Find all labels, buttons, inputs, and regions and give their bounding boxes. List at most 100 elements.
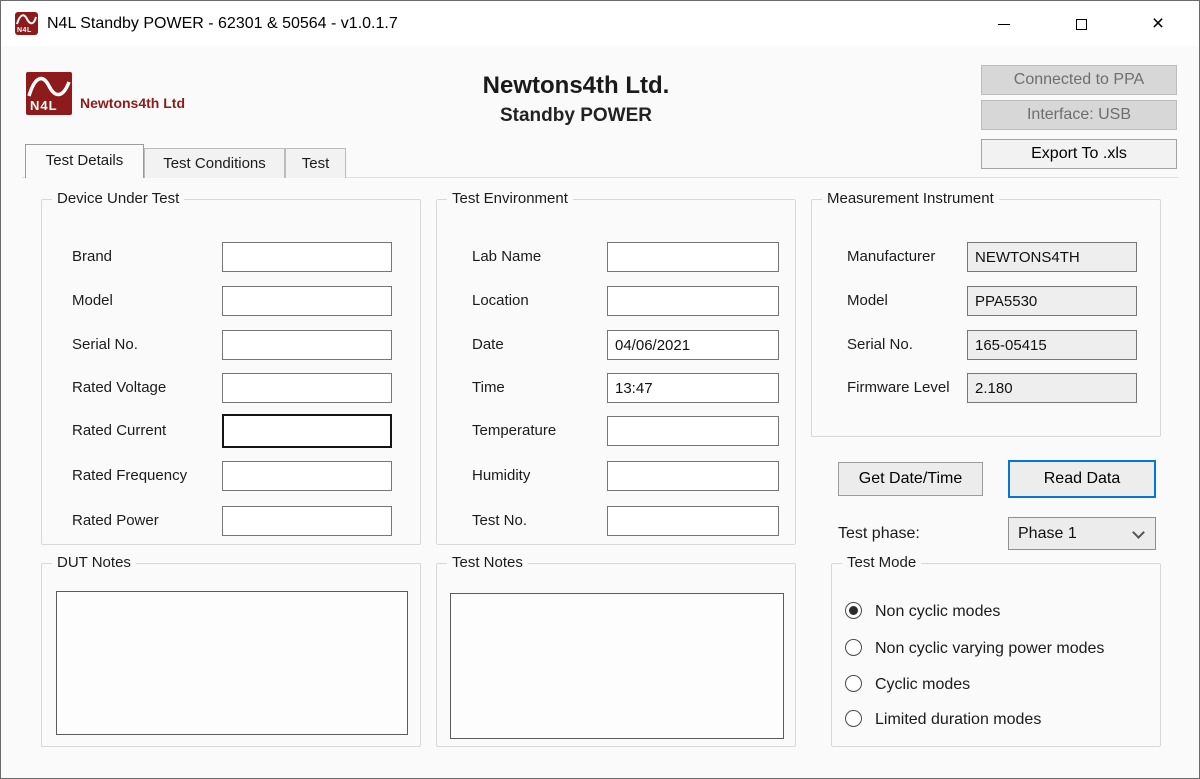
test-mode-group: Test Mode Non cyclic modes Non cyclic va… bbox=[831, 563, 1161, 747]
form-row: Time bbox=[437, 373, 795, 403]
radio-label-cyclic-modes: Cyclic modes bbox=[875, 674, 970, 695]
tab-test[interactable]: Test bbox=[285, 148, 346, 178]
form-row: Brand bbox=[42, 242, 420, 272]
date-input[interactable] bbox=[607, 330, 779, 360]
test-phase-value: Phase 1 bbox=[1018, 518, 1077, 549]
temperature-input[interactable] bbox=[607, 416, 779, 446]
company-logo-icon: N4L bbox=[26, 72, 72, 115]
rated-voltage-input[interactable] bbox=[222, 373, 392, 403]
interface-usb-button[interactable]: Interface: USB bbox=[981, 100, 1177, 130]
page-title: Newtons4th Ltd. bbox=[351, 72, 801, 100]
minimize-button[interactable] bbox=[981, 1, 1027, 46]
radio-row-non-cyclic-varying[interactable]: Non cyclic varying power modes bbox=[832, 638, 1160, 660]
read-data-button[interactable]: Read Data bbox=[1008, 460, 1156, 498]
form-row: Manufacturer bbox=[812, 242, 1160, 272]
firmware-level-label: Firmware Level bbox=[847, 373, 950, 403]
form-row: Model bbox=[42, 286, 420, 316]
title-bar: N4L N4L Standby POWER - 62301 & 50564 - … bbox=[1, 1, 1199, 46]
location-input[interactable] bbox=[607, 286, 779, 316]
dut-notes-title: DUT Notes bbox=[52, 554, 136, 571]
logo-n4l-text: N4L bbox=[30, 98, 58, 113]
lab-name-label: Lab Name bbox=[472, 242, 541, 272]
date-label: Date bbox=[472, 330, 504, 360]
close-button[interactable]: × bbox=[1135, 1, 1181, 46]
rated-frequency-input[interactable] bbox=[222, 461, 392, 491]
form-row: Rated Power bbox=[42, 506, 420, 536]
firmware-level-field[interactable] bbox=[967, 373, 1137, 403]
radio-row-limited-duration[interactable]: Limited duration modes bbox=[832, 709, 1160, 731]
radio-label-limited-duration: Limited duration modes bbox=[875, 709, 1041, 730]
temperature-label: Temperature bbox=[472, 416, 556, 446]
connected-to-ppa-button[interactable]: Connected to PPA bbox=[981, 65, 1177, 95]
export-to-xls-button[interactable]: Export To .xls bbox=[981, 139, 1177, 169]
form-row: Rated Current bbox=[42, 416, 420, 446]
form-row: Firmware Level bbox=[812, 373, 1160, 403]
form-row: Temperature bbox=[437, 416, 795, 446]
form-row: Rated Frequency bbox=[42, 461, 420, 491]
manufacturer-label: Manufacturer bbox=[847, 242, 935, 272]
maximize-icon bbox=[1076, 19, 1087, 30]
brand-text: Newtons4th Ltd bbox=[80, 95, 185, 111]
test-notes-group: Test Notes bbox=[436, 563, 796, 747]
form-row: Model bbox=[812, 286, 1160, 316]
radio-non-cyclic-modes[interactable] bbox=[845, 602, 862, 619]
rated-frequency-label: Rated Frequency bbox=[72, 461, 187, 491]
instrument-serial-label: Serial No. bbox=[847, 330, 913, 360]
tab-test-details[interactable]: Test Details bbox=[25, 144, 144, 178]
serial-no-input[interactable] bbox=[222, 330, 392, 360]
form-row: Date bbox=[437, 330, 795, 360]
time-input[interactable] bbox=[607, 373, 779, 403]
radio-label-non-cyclic-varying: Non cyclic varying power modes bbox=[875, 638, 1104, 659]
brand-label: Brand bbox=[72, 242, 112, 272]
device-under-test-title: Device Under Test bbox=[52, 190, 184, 207]
test-phase-select[interactable]: Phase 1 bbox=[1008, 517, 1156, 550]
get-datetime-button[interactable]: Get Date/Time bbox=[838, 462, 983, 496]
chevron-down-icon bbox=[1132, 526, 1145, 539]
radio-row-non-cyclic-modes[interactable]: Non cyclic modes bbox=[832, 601, 1160, 623]
app-logo-icon: N4L bbox=[15, 12, 38, 35]
manufacturer-field[interactable] bbox=[967, 242, 1137, 272]
model-label: Model bbox=[72, 286, 113, 316]
test-notes-title: Test Notes bbox=[447, 554, 528, 571]
radio-label-non-cyclic-modes: Non cyclic modes bbox=[875, 601, 1000, 622]
form-row: Location bbox=[437, 286, 795, 316]
form-row: Rated Voltage bbox=[42, 373, 420, 403]
rated-current-label: Rated Current bbox=[72, 416, 166, 446]
lab-name-input[interactable] bbox=[607, 242, 779, 272]
time-label: Time bbox=[472, 373, 505, 403]
test-phase-label: Test phase: bbox=[838, 525, 920, 543]
test-environment-title: Test Environment bbox=[447, 190, 573, 207]
rated-current-input[interactable] bbox=[222, 414, 392, 448]
page-subtitle: Standby POWER bbox=[351, 105, 801, 127]
test-notes-textarea[interactable] bbox=[450, 593, 784, 739]
serial-no-label: Serial No. bbox=[72, 330, 138, 360]
location-label: Location bbox=[472, 286, 529, 316]
radio-cyclic-modes[interactable] bbox=[845, 675, 862, 692]
rated-power-input[interactable] bbox=[222, 506, 392, 536]
dut-notes-textarea[interactable] bbox=[56, 591, 408, 735]
humidity-label: Humidity bbox=[472, 461, 530, 491]
radio-limited-duration-modes[interactable] bbox=[845, 710, 862, 727]
form-row: Lab Name bbox=[437, 242, 795, 272]
maximize-button[interactable] bbox=[1058, 1, 1104, 46]
radio-row-cyclic-modes[interactable]: Cyclic modes bbox=[832, 674, 1160, 696]
radio-non-cyclic-varying-power-modes[interactable] bbox=[845, 639, 862, 656]
close-icon: × bbox=[1152, 12, 1164, 35]
measurement-instrument-group: Measurement Instrument Manufacturer Mode… bbox=[811, 199, 1161, 437]
test-environment-group: Test Environment Lab Name Location Date … bbox=[436, 199, 796, 545]
instrument-model-label: Model bbox=[847, 286, 888, 316]
test-mode-title: Test Mode bbox=[842, 554, 921, 571]
test-no-input[interactable] bbox=[607, 506, 779, 536]
form-row: Test No. bbox=[437, 506, 795, 536]
minimize-icon bbox=[998, 24, 1010, 25]
instrument-model-field[interactable] bbox=[967, 286, 1137, 316]
window-title: N4L Standby POWER - 62301 & 50564 - v1.0… bbox=[47, 1, 398, 46]
rated-power-label: Rated Power bbox=[72, 506, 159, 536]
instrument-serial-field[interactable] bbox=[967, 330, 1137, 360]
tab-test-conditions[interactable]: Test Conditions bbox=[144, 148, 285, 178]
brand-input[interactable] bbox=[222, 242, 392, 272]
measurement-instrument-title: Measurement Instrument bbox=[822, 190, 999, 207]
dut-notes-group: DUT Notes bbox=[41, 563, 421, 747]
model-input[interactable] bbox=[222, 286, 392, 316]
humidity-input[interactable] bbox=[607, 461, 779, 491]
